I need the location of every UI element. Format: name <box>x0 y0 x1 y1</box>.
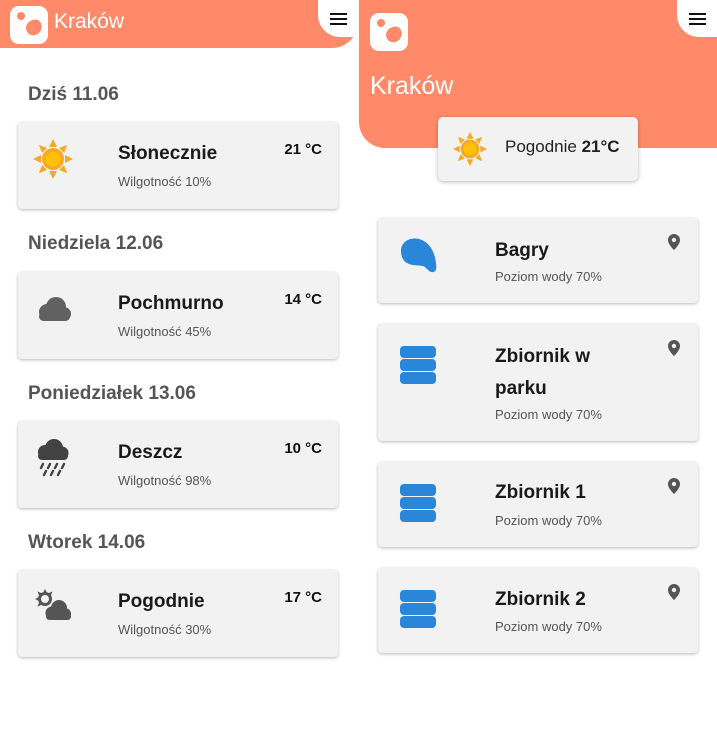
site-name: Zbiornik 2 <box>495 589 586 610</box>
temperature-label: 21 °C <box>284 141 322 158</box>
current-weather-text: Pogodnie 21°C <box>505 137 620 157</box>
condition-label: Słonecznie <box>118 143 218 164</box>
temperature-label: 10 °C <box>284 440 322 457</box>
lake-icon <box>401 238 437 273</box>
forecast-card[interactable]: Deszcz Wilgotność 98% 10 °C <box>18 421 338 508</box>
sun-icon <box>33 139 73 179</box>
humidity-label: Wilgotność 45% <box>118 324 212 339</box>
location-pin-icon[interactable] <box>668 478 680 494</box>
menu-icon <box>329 12 347 25</box>
water-level: Poziom wody 70% <box>495 407 602 422</box>
forecast-card[interactable]: Pogodnie Wilgotność 30% 17 °C <box>18 570 338 657</box>
tank-icon <box>400 346 436 384</box>
site-name: Zbiornik w parku <box>495 346 590 399</box>
water-level: Poziom wody 70% <box>495 619 602 634</box>
condition-label: Deszcz <box>118 442 183 463</box>
humidity-label: Wilgotność 10% <box>118 174 212 189</box>
location-pin-icon[interactable] <box>668 234 680 250</box>
temperature-label: 17 °C <box>284 589 322 606</box>
day-heading: Poniedziałek 13.06 <box>28 383 196 404</box>
image-logo-icon[interactable] <box>10 6 48 44</box>
day-heading: Wtorek 14.06 <box>28 532 146 553</box>
sun-icon <box>452 131 488 167</box>
site-card[interactable]: Zbiornik 1 Poziom wody 70% <box>378 462 698 547</box>
forecast-card[interactable]: Słonecznie Wilgotność 10% 21 °C <box>18 122 338 209</box>
site-card[interactable]: Zbiornik w parku Poziom wody 70% <box>378 324 698 441</box>
site-card[interactable]: Zbiornik 2 Poziom wody 70% <box>378 568 698 653</box>
partly-cloudy-icon <box>35 589 71 620</box>
condition-label: Pogodnie <box>118 591 205 612</box>
tank-icon <box>400 590 436 628</box>
temperature-label: 14 °C <box>284 291 322 308</box>
image-logo-icon[interactable] <box>370 13 408 51</box>
tank-icon <box>400 484 436 522</box>
app-title: Kraków <box>54 10 125 33</box>
site-card[interactable]: Bagry Poziom wody 70% <box>378 218 698 303</box>
forecast-screen: Kraków Dziś 11.06 Słonecznie Wilgotność … <box>0 0 358 733</box>
cloud-icon <box>39 297 71 321</box>
site-name: Bagry <box>495 240 549 261</box>
water-level: Poziom wody 70% <box>495 269 602 284</box>
humidity-label: Wilgotność 30% <box>118 622 212 637</box>
day-heading: Dziś 11.06 <box>28 84 119 105</box>
condition-label: Pochmurno <box>118 293 224 314</box>
current-condition: Pogodnie <box>505 137 577 156</box>
humidity-label: Wilgotność 98% <box>118 473 212 488</box>
water-sites-screen: Kraków Pogodnie 21°C Bagry Poziom wody 7… <box>359 0 717 733</box>
current-weather-card[interactable]: Pogodnie 21°C <box>438 117 638 181</box>
location-pin-icon[interactable] <box>668 584 680 600</box>
site-name: Zbiornik 1 <box>495 482 586 503</box>
city-title: Kraków <box>370 72 454 100</box>
water-level: Poziom wody 70% <box>495 513 602 528</box>
current-temperature: 21°C <box>581 137 620 156</box>
app-bar: Kraków <box>0 0 358 48</box>
forecast-card[interactable]: Pochmurno Wilgotność 45% 14 °C <box>18 272 338 359</box>
menu-icon <box>688 12 706 25</box>
rain-icon <box>38 439 69 477</box>
location-pin-icon[interactable] <box>668 340 680 356</box>
day-heading: Niedziela 12.06 <box>28 233 164 254</box>
